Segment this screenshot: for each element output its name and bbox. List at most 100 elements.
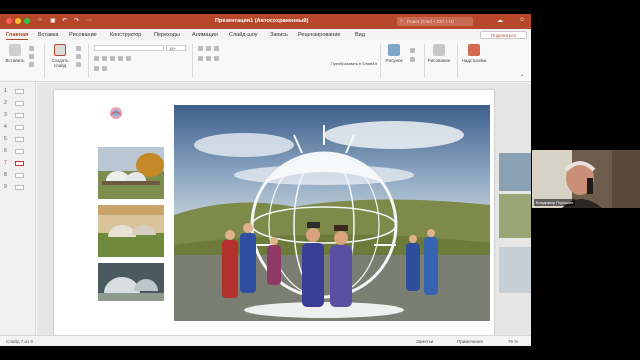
zoom-window-button[interactable]: [24, 18, 30, 24]
strikethrough-icon[interactable]: [118, 56, 123, 61]
side-photo-2: [499, 194, 531, 238]
thumbnail-selected[interactable]: [15, 161, 24, 166]
new-slide-button[interactable]: Создать слайд: [48, 44, 72, 68]
section-icon[interactable]: [76, 62, 81, 67]
addins-button[interactable]: Надстройки: [460, 44, 488, 63]
save-icon[interactable]: ▣: [50, 17, 56, 24]
window-title: Презентация1 (Автосохраненный): [215, 18, 309, 24]
thumbnail[interactable]: [15, 125, 24, 130]
side-photo-1: [499, 153, 531, 191]
thumbnail[interactable]: [15, 89, 24, 94]
tab-view[interactable]: Вид: [355, 32, 365, 38]
slide-counter: Слайд 7 из 8: [6, 339, 33, 344]
highlight-icon[interactable]: [94, 66, 99, 71]
notes-button[interactable]: Заметки: [416, 339, 433, 344]
dome-photo-1[interactable]: [98, 147, 164, 199]
search-icon: ⌕: [400, 18, 403, 24]
ribbon-tabs: Главная Вставка Рисование Конструктор Пе…: [0, 29, 531, 40]
thumbnail[interactable]: [15, 185, 24, 190]
participant-name: Владимир Порошин: [534, 199, 576, 206]
tab-home[interactable]: Главная: [6, 32, 29, 40]
search-input[interactable]: ⌕ Поиск (Cmd + Ctrl + U): [397, 17, 473, 26]
cut-icon[interactable]: [29, 46, 34, 51]
font-color-icon[interactable]: [126, 56, 131, 61]
thumb-number: 7: [4, 160, 7, 166]
more-icon[interactable]: ⋯: [86, 17, 92, 24]
layout-icon[interactable]: [76, 46, 81, 51]
drawing-button[interactable]: Рисование: [427, 44, 451, 63]
undo-icon[interactable]: ↶: [62, 17, 67, 24]
tab-slideshow[interactable]: Слайд-шоу: [229, 32, 258, 38]
sharing-icon[interactable]: ☁: [497, 17, 503, 24]
bold-icon[interactable]: [94, 56, 99, 61]
side-photo-3: [499, 247, 531, 293]
align-right-icon[interactable]: [214, 56, 219, 61]
clear-format-icon[interactable]: [102, 66, 107, 71]
search-placeholder: Поиск (Cmd + Ctrl + U): [407, 19, 454, 24]
format-painter-icon[interactable]: [29, 62, 34, 67]
tab-animations[interactable]: Анимация: [192, 32, 218, 38]
dome-photo-3[interactable]: [98, 263, 164, 301]
underline-icon[interactable]: [110, 56, 115, 61]
bullets-icon[interactable]: [198, 46, 203, 51]
thumbnail[interactable]: [15, 149, 24, 154]
italic-icon[interactable]: [102, 56, 107, 61]
drawing-icon: [433, 44, 445, 56]
thumb-number: 6: [4, 148, 7, 154]
thumb-number: 1: [4, 88, 7, 94]
thumbnail[interactable]: [15, 137, 24, 142]
title-bar: ⌂ ▣ ↶ ↷ ⋯ Презентация1 (Автосохраненный)…: [0, 14, 531, 29]
tab-review[interactable]: Рецензирование: [298, 32, 340, 38]
slide-thumbnails: 1 2 3 4 5 6 7 8 9: [0, 83, 36, 335]
zoom-level[interactable]: 76 %: [508, 339, 518, 344]
ribbon: Вставить Создать слайд 18+ Преобразовать…: [0, 40, 531, 82]
tab-design[interactable]: Конструктор: [110, 32, 141, 38]
comments-button[interactable]: Примечания: [457, 339, 483, 344]
dome-photo-2[interactable]: [98, 205, 164, 257]
tab-transitions[interactable]: Переходы: [154, 32, 180, 38]
close-window-button[interactable]: [6, 18, 12, 24]
align-center-icon[interactable]: [206, 56, 211, 61]
font-name-field[interactable]: [94, 45, 164, 51]
minimize-window-button[interactable]: [15, 18, 21, 24]
paste-button[interactable]: Вставить: [4, 44, 26, 63]
thumb-number: 9: [4, 184, 7, 190]
convert-smartart-button[interactable]: Преобразовать в SmartArt: [330, 62, 378, 66]
paste-label: Вставить: [5, 58, 25, 63]
addins-icon: [468, 44, 480, 56]
picture-button[interactable]: Рисунок: [383, 44, 405, 63]
screen: ⌂ ▣ ↶ ↷ ⋯ Презентация1 (Автосохраненный)…: [0, 0, 640, 360]
thumb-number: 8: [4, 172, 7, 178]
clipboard-icon: [9, 44, 21, 56]
slide-canvas: КОНЦЕПТУАЛЬНАЯ ГРУППА (АВТОРЫ ПЕРВИЧНОГО…: [37, 83, 531, 346]
participant-video[interactable]: Владимир Порошин: [532, 150, 640, 208]
current-slide[interactable]: КОНЦЕПТУАЛЬНАЯ ГРУППА (АВТОРЫ ПЕРВИЧНОГО…: [54, 90, 508, 346]
align-left-icon[interactable]: [198, 56, 203, 61]
status-bar: Слайд 7 из 8 Заметки Примечания 76 %: [0, 335, 531, 346]
thumbnail[interactable]: [15, 101, 24, 106]
thumb-number: 5: [4, 136, 7, 142]
new-slide-label: Создать слайд: [51, 58, 69, 68]
tab-insert[interactable]: Вставка: [38, 32, 58, 38]
tab-draw[interactable]: Рисование: [69, 32, 97, 38]
thumbnail[interactable]: [15, 113, 24, 118]
indent-icon[interactable]: [214, 46, 219, 51]
picture-label: Рисунок: [385, 58, 403, 63]
numbering-icon[interactable]: [206, 46, 211, 51]
arrange-icon[interactable]: [410, 57, 415, 62]
tab-record[interactable]: Запись: [270, 32, 288, 38]
reset-icon[interactable]: [76, 54, 81, 59]
home-icon[interactable]: ⌂: [38, 17, 42, 23]
font-size-field[interactable]: 18+: [166, 45, 186, 51]
account-icon[interactable]: ☺: [519, 17, 525, 23]
shapes-icon[interactable]: [410, 48, 415, 53]
collapse-ribbon-icon[interactable]: ⌄: [520, 72, 524, 78]
thumbnail[interactable]: [15, 173, 24, 178]
picture-icon: [388, 44, 400, 56]
copy-icon[interactable]: [29, 54, 34, 59]
share-button[interactable]: Поделиться: [480, 31, 527, 39]
redo-icon[interactable]: ↷: [74, 17, 79, 24]
main-slide-image[interactable]: [174, 105, 490, 321]
font-size-value: 18+: [169, 46, 176, 51]
powerpoint-window: ⌂ ▣ ↶ ↷ ⋯ Презентация1 (Автосохраненный)…: [0, 14, 531, 346]
